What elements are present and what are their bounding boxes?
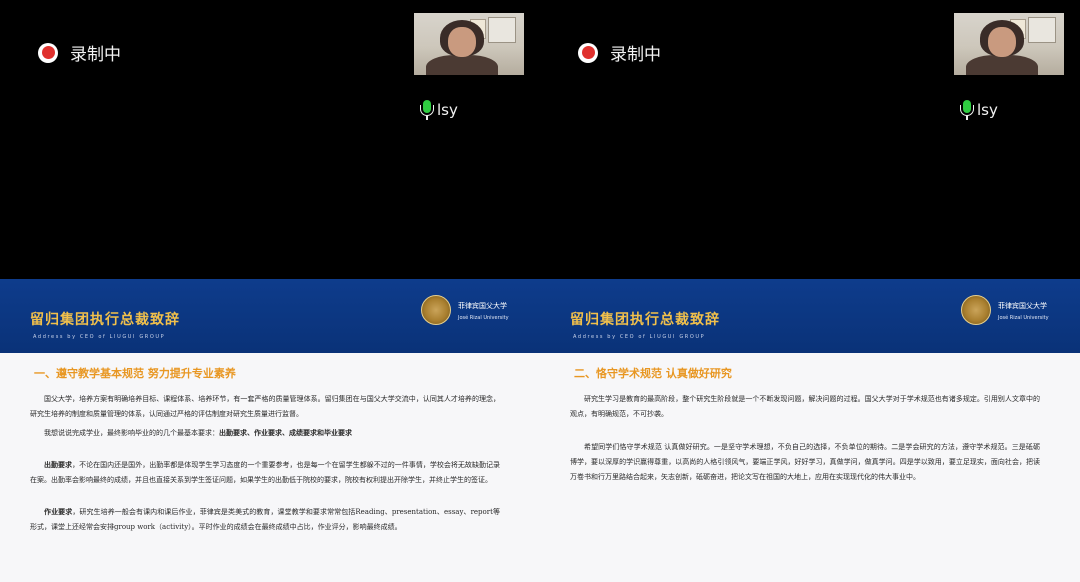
record-dot-icon	[38, 42, 58, 63]
participant-video-thumbnail[interactable]	[414, 13, 524, 75]
slide-subtitle: Address by CEO of LIUGUI GROUP	[33, 334, 166, 340]
speaker-indicator: lsy	[960, 100, 998, 120]
slide-subtitle: Address by CEO of LIUGUI GROUP	[573, 334, 706, 340]
university-seal-logo	[961, 295, 991, 325]
microphone-icon	[960, 100, 974, 120]
slide-paragraph: 作业要求，研究生培养一般会有课内和课后作业，菲律宾是类美式的教育，课堂教学和要求…	[30, 507, 500, 531]
university-seal-logo	[421, 295, 451, 325]
slide-paragraph: 出勤要求，不论在国内还是国外，出勤率都是体现学生学习态度的一个重要参考，也是每一…	[30, 460, 500, 484]
university-name: 菲律宾国父大学	[458, 302, 507, 310]
meeting-recording-screen: 录制中 lsy 留归集团执行总裁致辞 Address by CEO of LIU…	[0, 0, 1080, 582]
slide-paragraph: 希望同学们恪守学术规范 认真做好研究。一是坚守学术理想，不负自己的选择，不负单位…	[570, 443, 1040, 481]
slide-title: 留归集团执行总裁致辞	[30, 312, 180, 328]
slide-paragraph: 我想说说完成学业，最终影响毕业的的几个最基本要求：出勤要求、作业要求、成绩要求和…	[44, 428, 352, 437]
slide-title: 留归集团执行总裁致辞	[570, 312, 720, 328]
university-name-english: José Rizal University	[998, 315, 1049, 321]
slide-header: 留归集团执行总裁致辞 Address by CEO of LIUGUI GROU…	[0, 279, 540, 353]
section-heading: 一、遵守教学基本规范 努力提升专业素养	[34, 367, 236, 380]
participant-body	[966, 55, 1038, 75]
participant-face	[988, 27, 1016, 57]
recording-label: 录制中	[70, 45, 121, 65]
record-dot-icon	[578, 42, 598, 63]
participant-video-thumbnail[interactable]	[954, 13, 1064, 75]
university-name-english: José Rizal University	[458, 315, 509, 321]
slide-paragraph: 国父大学，培养方案有明确培养目标、课程体系、培养环节，有一套严格的质量管理体系。…	[30, 395, 500, 418]
shared-slide: 留归集团执行总裁致辞 Address by CEO of LIUGUI GROU…	[0, 279, 540, 582]
slide-paragraph: 研究生学习是教育的最高阶段，整个研究生阶段就是一个不断发现问题，解决问题的过程。…	[570, 395, 1040, 418]
microphone-icon	[420, 100, 434, 120]
speaker-name: lsy	[437, 101, 458, 119]
background-frame	[488, 17, 516, 43]
shared-slide: 留归集团执行总裁致辞 Address by CEO of LIUGUI GROU…	[540, 279, 1080, 582]
slide-header: 留归集团执行总裁致辞 Address by CEO of LIUGUI GROU…	[540, 279, 1080, 353]
speaker-indicator: lsy	[420, 100, 458, 120]
university-name: 菲律宾国父大学	[998, 302, 1047, 310]
speaker-name: lsy	[977, 101, 998, 119]
participant-face	[448, 27, 476, 57]
recording-indicator[interactable]: 录制中	[38, 40, 121, 65]
section-heading: 二、恪守学术规范 认真做好研究	[574, 367, 732, 380]
background-frame	[1028, 17, 1056, 43]
left-video-pane: 录制中 lsy 留归集团执行总裁致辞 Address by CEO of LIU…	[0, 0, 540, 582]
recording-indicator[interactable]: 录制中	[578, 40, 661, 65]
participant-body	[426, 55, 498, 75]
recording-label: 录制中	[610, 45, 661, 65]
right-video-pane: 录制中 lsy 留归集团执行总裁致辞 Address by CEO of LIU…	[540, 0, 1080, 582]
